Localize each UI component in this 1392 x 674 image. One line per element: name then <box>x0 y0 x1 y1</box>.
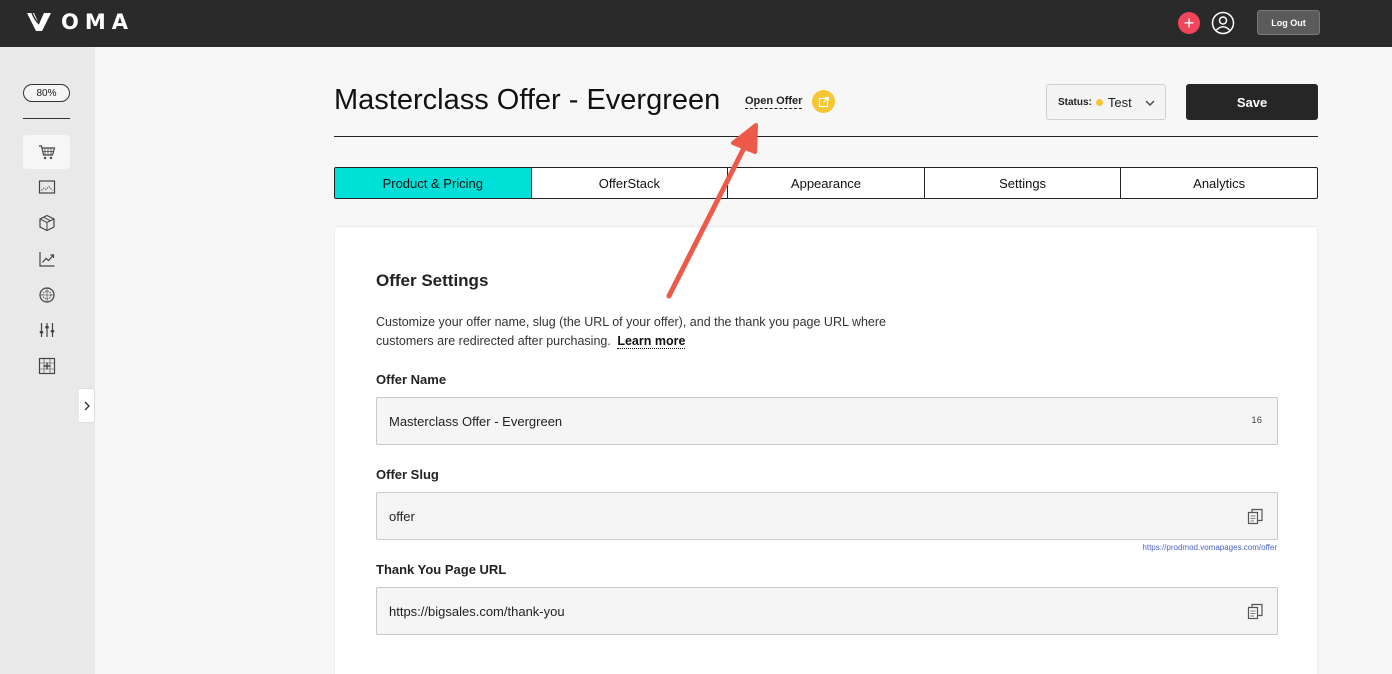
sidebar-item-fulfillment[interactable] <box>23 206 70 240</box>
tab-settings[interactable]: Settings <box>925 168 1122 198</box>
status-value: Test <box>1107 94 1132 110</box>
thank-you-url-input[interactable]: https://bigsales.com/thank-you <box>376 587 1278 635</box>
status-dropdown[interactable]: Status: Test <box>1046 84 1166 120</box>
tab-offerstack[interactable]: OfferStack <box>532 168 729 198</box>
chevron-down-icon <box>1145 100 1155 106</box>
voma-v-mark-icon <box>27 12 51 31</box>
save-button[interactable]: Save <box>1186 84 1318 120</box>
copy-icon[interactable] <box>1247 603 1264 620</box>
tab-product-pricing[interactable]: Product & Pricing <box>335 168 532 198</box>
status-indicator-dot <box>1095 98 1103 106</box>
tab-bar: Product & Pricing OfferStack Appearance … <box>334 167 1318 199</box>
sidebar: 80% <box>0 47 95 674</box>
globe-icon <box>38 287 55 303</box>
open-offer-button[interactable] <box>812 90 835 113</box>
user-circle-icon[interactable] <box>1211 11 1235 35</box>
sidebar-item-analytics[interactable] <box>23 242 70 276</box>
image-frame-icon <box>38 180 55 194</box>
box-icon <box>38 214 55 232</box>
logout-button[interactable]: Log Out <box>1257 10 1320 35</box>
plus-icon: + <box>1183 13 1195 33</box>
sidebar-item-settings[interactable] <box>23 313 70 347</box>
tab-appearance[interactable]: Appearance <box>728 168 925 198</box>
offer-slug-value: offer <box>389 508 415 524</box>
offer-url-link[interactable]: https://prodmod.vomapages.com/offer <box>1142 543 1277 552</box>
page-title: Masterclass Offer - Evergreen <box>334 84 721 116</box>
voma-logo[interactable]: OMA <box>26 10 134 34</box>
sidebar-divider <box>23 118 70 119</box>
add-button[interactable]: + <box>1178 12 1200 34</box>
top-bar: OMA + Log Out <box>0 0 1392 47</box>
learn-more-link[interactable]: Learn more <box>617 334 686 349</box>
sidebar-item-integrations[interactable] <box>23 349 70 383</box>
thank-you-url-value: https://bigsales.com/thank-you <box>389 603 565 619</box>
header-divider <box>334 136 1318 137</box>
section-title: Offer Settings <box>376 271 489 290</box>
chevron-right-icon <box>84 401 90 410</box>
status-label: Status: <box>1058 96 1092 108</box>
zoom-indicator[interactable]: 80% <box>23 84 70 102</box>
offer-name-input[interactable]: Masterclass Offer - Evergreen 16 <box>376 397 1278 445</box>
sliders-icon <box>39 323 54 337</box>
sidebar-item-products[interactable] <box>23 135 70 169</box>
section-description: Customize your offer name, slug (the URL… <box>376 313 906 351</box>
sidebar-item-pages[interactable] <box>23 170 70 204</box>
tab-analytics[interactable]: Analytics <box>1121 168 1317 198</box>
logo-text: OMA <box>61 10 135 34</box>
add-grid-icon <box>38 357 55 375</box>
offer-settings-card: Offer Settings Customize your offer name… <box>334 226 1318 674</box>
offer-name-value: Masterclass Offer - Evergreen <box>389 413 563 429</box>
thank-you-label: Thank You Page URL <box>376 562 507 577</box>
offer-slug-input[interactable]: offer <box>376 492 1278 540</box>
chart-line-icon <box>38 252 54 267</box>
sidebar-expand-button[interactable] <box>79 388 95 423</box>
sidebar-item-domains[interactable] <box>23 278 70 312</box>
offer-slug-label: Offer Slug <box>376 467 439 482</box>
external-link-icon <box>818 96 829 107</box>
character-count: 16 <box>1251 415 1262 426</box>
open-offer-link[interactable]: Open Offer <box>745 95 803 109</box>
copy-icon[interactable] <box>1247 508 1264 525</box>
shopping-cart-icon <box>38 145 55 160</box>
offer-name-label: Offer Name <box>376 372 447 387</box>
